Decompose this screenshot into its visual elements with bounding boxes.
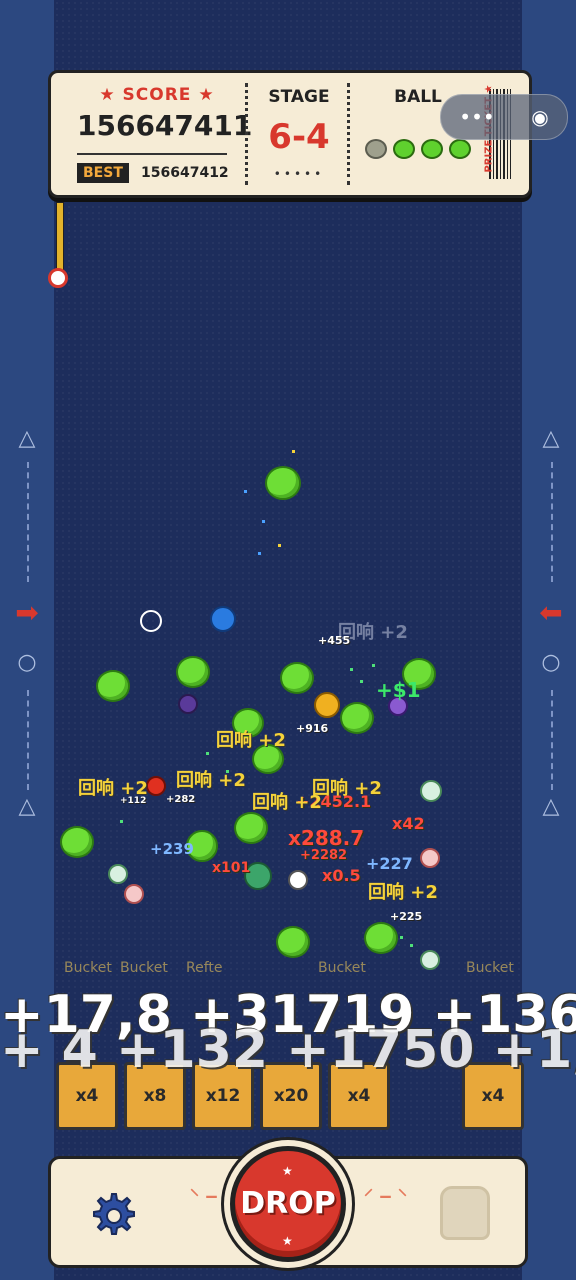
money-popup: +$1 [376,678,421,702]
backpack-icon[interactable] [440,1186,490,1240]
score-divider [77,153,227,155]
score-popup: +455 [318,634,351,647]
multiplier-popup: x0.5 [322,866,361,885]
sparkle [120,820,123,823]
stage-value: 6-4 [268,117,330,157]
score-popup: +282 [166,794,196,805]
slime-ball [234,812,268,844]
sparkle [278,544,281,547]
echo-popup: 回响 +2 [176,770,246,791]
best-badge: BEST [77,163,129,183]
stage-dots: ••••• [273,167,325,181]
gold-coin [314,692,340,718]
score-popup: +916 [296,722,329,735]
bucket-label: Bucket [466,960,514,976]
triangle-up-icon: △ [18,426,36,451]
grey-slime-icon [365,139,387,159]
echo-popup: 回响 +2 [216,730,286,751]
triangle-up-icon: △ [542,794,560,819]
multiplier-popup: x101 [212,860,251,876]
triangle-up-icon: △ [542,426,560,451]
slime-ball [176,656,210,688]
green-slime-icon [421,139,443,159]
ball-queue [363,139,473,159]
aim-reticle[interactable] [140,610,162,632]
slime-ball [60,826,94,858]
red-gem [146,776,166,796]
slime-ball [280,662,314,694]
rail-dash [551,462,553,582]
bucket-label: Bucket [64,960,112,976]
sparkle [350,668,353,671]
score-value: 156647411 [77,109,253,142]
sparkle [262,520,265,523]
triangle-up-icon: △ [18,794,36,819]
rail-dash [551,690,553,790]
slime-ball [276,926,310,958]
gear-icon[interactable] [88,1190,136,1238]
rail-dash [27,690,29,790]
slime-ball [96,670,130,702]
miniapp-capsule[interactable]: ••• ◉ [440,94,568,140]
pink-orb [420,848,440,868]
sparkle [258,552,261,555]
circle-icon: ○ [541,650,561,675]
score-popup: +239 [150,840,194,858]
slime-ball [340,702,374,734]
sparkle [372,664,375,667]
score-label: ★ SCORE ★ [99,85,215,105]
close-icon[interactable]: ◉ [531,105,548,129]
ticket-separator [347,83,350,185]
echo-popup: 回响 +2 [368,882,438,903]
green-slime-icon [449,139,471,159]
slime-ball [265,466,301,500]
stage-label: STAGE [268,87,330,107]
sparkle [292,450,295,453]
ticket-separator [245,83,248,185]
score-popup: +2282 [300,848,348,863]
arrow-left-icon: ⬅ [539,596,563,629]
bucket-label: Bucket [318,960,366,976]
sparkle [360,680,363,683]
star-icon: ★ [282,1234,293,1248]
score-popup: +225 [390,910,423,923]
mint-orb [420,780,442,802]
sparkle [400,936,403,939]
score-popup: +112 [120,796,147,806]
arrow-right-icon: ➡ [15,596,39,629]
blue-gem [210,606,236,632]
multiplier-popup: x288.7 [288,826,365,850]
power-gauge-bulb [48,268,68,288]
white-orb [288,870,308,890]
pink-orb [124,884,144,904]
rays-decoration: ⸍ ‒ ⸌ [364,1186,408,1207]
sparkle [410,944,413,947]
score-popup: +227 [366,854,413,873]
slime-ball [364,922,398,954]
circle-icon: ○ [17,650,37,675]
power-gauge [56,202,64,274]
multiplier-popup: x42 [392,814,425,833]
green-slime-icon [393,139,415,159]
combo-score-overlay: + 4 +132 +1750 +1,2 [0,1020,576,1080]
echo-popup: 回响 +2 [252,792,322,813]
best-value: 156647412 [141,165,229,181]
sparkle [206,752,209,755]
sparkle [244,490,247,493]
rail-dash [27,462,29,582]
mint-orb [108,864,128,884]
more-icon[interactable]: ••• [459,105,494,129]
bucket-label: Bucket [120,960,168,976]
bucket-label: Refte [186,960,223,976]
purple-gem [178,694,198,714]
star-icon: ★ [282,1164,293,1178]
mint-orb [420,950,440,970]
rays-decoration: ⸌ ‒ ⸍ [190,1186,234,1207]
